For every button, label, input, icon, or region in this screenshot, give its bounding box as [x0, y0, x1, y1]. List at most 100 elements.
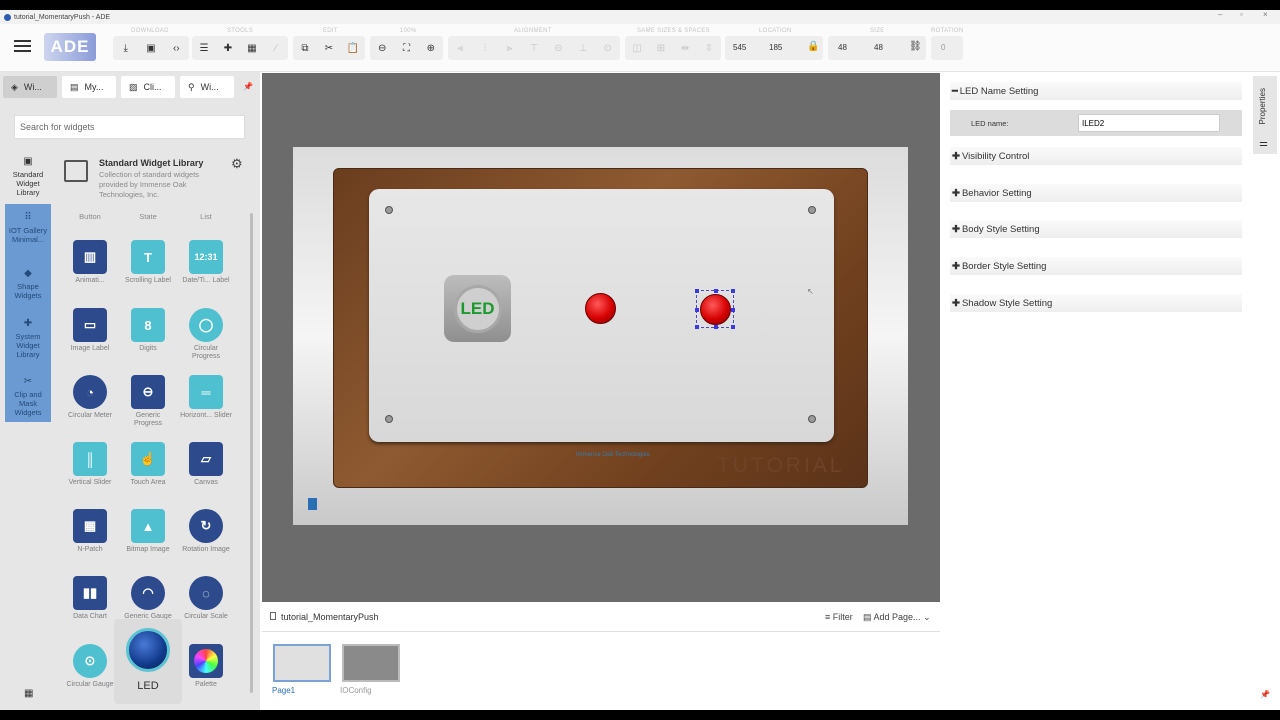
size-w-field[interactable]: 48	[838, 43, 847, 52]
maximize-icon[interactable]: ▫	[1240, 10, 1243, 19]
wand-icon[interactable]: ⁄	[267, 39, 285, 57]
scrollbar-thumb[interactable]	[250, 213, 253, 693]
resize-handle[interactable]	[695, 325, 699, 329]
selection-box[interactable]	[695, 289, 735, 329]
category-shape[interactable]: ◆ Shape Widgets	[5, 261, 51, 309]
size-h-field[interactable]: 48	[874, 43, 883, 52]
widget-canvas[interactable]: ▱ Canvas	[179, 442, 233, 502]
led-name-input[interactable]	[1078, 114, 1220, 132]
category-clip-mask[interactable]: ✂ Clip and Mask Widgets	[5, 368, 51, 422]
layers-icon[interactable]: ☰	[195, 39, 213, 57]
page-label-page1[interactable]: Page1	[272, 686, 295, 695]
tab-widgets[interactable]: ◈ Wi...	[3, 76, 57, 98]
widget-n-patch[interactable]: ▦ N-Patch	[63, 509, 117, 569]
align-right-icon[interactable]: ⫸	[500, 39, 518, 57]
zoom-in-icon[interactable]: ⊕	[422, 39, 440, 57]
align-extra-icon[interactable]: ⊙	[599, 39, 617, 57]
widget-image-label[interactable]: ▭ Image Label	[63, 308, 117, 368]
widget-generic-progress[interactable]: ⊖ Generic Progress	[121, 375, 175, 435]
same-width-icon[interactable]: ◫	[628, 39, 646, 57]
widget-horizontal-slider[interactable]: ═ Horizont... Slider	[179, 375, 233, 435]
resize-handle[interactable]	[695, 289, 699, 293]
led-push-button[interactable]: LED	[444, 275, 511, 342]
easel-icon: ▱	[189, 442, 223, 476]
tab-my-widgets[interactable]: ▤ My...	[62, 76, 116, 98]
apps-grid-icon[interactable]: ▦	[24, 688, 33, 699]
same-height-icon[interactable]: ⊞	[652, 39, 670, 57]
align-left-icon[interactable]: ⫷	[451, 39, 469, 57]
widget-vertical-slider[interactable]: ║ Vertical Slider	[63, 442, 117, 502]
space-v-icon[interactable]: ⇳	[700, 39, 718, 57]
category-system[interactable]: ✚ System Widget Library	[5, 309, 51, 368]
search-input[interactable]: Search for widgets	[14, 115, 245, 139]
page-label-ioconfig[interactable]: IOConfig	[340, 686, 372, 695]
resize-handle[interactable]	[731, 325, 735, 329]
align-top-icon[interactable]: ⊤	[525, 39, 543, 57]
widget-scrolling-label[interactable]: T Scrolling Label	[121, 240, 175, 300]
widget-circular-gauge[interactable]: ⊙ Circular Gauge	[63, 644, 117, 704]
tab-clipart[interactable]: ▨ Cli...	[121, 76, 175, 98]
widget-bitmap-image[interactable]: ▲ Bitmap Image	[121, 509, 175, 569]
widget-circular-meter[interactable]: ◔ Circular Meter	[63, 375, 117, 435]
widget-scrollbar[interactable]	[248, 207, 255, 702]
align-center-icon[interactable]: ⫶	[476, 39, 494, 57]
resize-handle[interactable]	[714, 289, 718, 293]
widget-circular-scale[interactable]: ◌ Circular Scale	[179, 576, 233, 636]
close-icon[interactable]: ×	[1263, 10, 1268, 19]
widget-datetime-label[interactable]: 12:31 Date/Ti... Label	[179, 240, 233, 300]
rotation-field[interactable]: 0	[941, 43, 945, 52]
widget-rotation-image[interactable]: ↻ Rotation Image	[179, 509, 233, 569]
widget-data-chart[interactable]: ▮▮ Data Chart	[63, 576, 117, 636]
location-y-field[interactable]: 185	[769, 43, 782, 52]
tab-widget-location[interactable]: ⚲ Wi...	[180, 76, 234, 98]
menu-icon[interactable]	[14, 40, 31, 53]
resize-handle[interactable]	[695, 308, 699, 312]
page-thumbnail-ioconfig[interactable]	[342, 644, 400, 682]
resize-handle[interactable]	[731, 308, 735, 312]
widget-led[interactable]: LED	[114, 619, 182, 704]
briefcase-icon: ▤	[70, 81, 79, 92]
gear-icon[interactable]: ⚙	[231, 156, 243, 172]
align-middle-icon[interactable]: ⊝	[550, 39, 568, 57]
widget-animation[interactable]: ▥ Animati...	[63, 240, 117, 300]
location-x-field[interactable]: 545	[733, 43, 746, 52]
code-icon[interactable]: ‹›	[167, 39, 185, 57]
minimize-icon[interactable]: –	[1218, 10, 1222, 19]
copy-icon[interactable]: ⧉	[296, 39, 314, 57]
design-canvas[interactable]: LED Immense Oak Technologies TUTORIAL ↖	[262, 73, 940, 602]
widget-touch-area[interactable]: ☝ Touch Area	[121, 442, 175, 502]
section-body-style[interactable]: ✚ Body Style Setting	[950, 220, 1242, 238]
cut-icon[interactable]: ✂	[320, 39, 338, 57]
align-bottom-icon[interactable]: ⊥	[574, 39, 592, 57]
section-led-name[interactable]: ━ LED Name Setting	[950, 82, 1242, 100]
space-h-icon[interactable]: ⇹	[676, 39, 694, 57]
paste-icon[interactable]: 📋	[344, 39, 362, 57]
page-thumbnail-page1[interactable]	[273, 644, 331, 682]
zoom-out-icon[interactable]: ⊖	[373, 39, 391, 57]
resize-handle[interactable]	[714, 325, 718, 329]
download-icon[interactable]: ⤓	[117, 39, 135, 57]
red-led-1[interactable]	[585, 293, 616, 324]
red-led-2[interactable]	[700, 294, 731, 325]
pin-icon[interactable]: 📌	[243, 82, 253, 91]
properties-side-tab[interactable]: Properties ⚌	[1253, 76, 1277, 154]
widget-digits[interactable]: 8 Digits	[121, 308, 175, 368]
resize-handle[interactable]	[731, 289, 735, 293]
filter-button[interactable]: ≡ Filter	[825, 612, 853, 622]
add-page-button[interactable]: ▤ Add Page... ⌄	[863, 612, 931, 623]
category-iot[interactable]: ⠿ IOT Gallery Minimal...	[5, 204, 51, 261]
section-behavior[interactable]: ✚ Behavior Setting	[950, 184, 1242, 202]
link-icon[interactable]: ⛓	[909, 41, 922, 52]
widget-palette[interactable]: Palette	[179, 644, 233, 704]
section-border-style[interactable]: ✚ Border Style Setting	[950, 257, 1242, 275]
fit-screen-icon[interactable]: ⛶	[397, 39, 415, 57]
lock-icon[interactable]: 🔒	[807, 41, 819, 52]
widget-circular-progress[interactable]: ◯ Circular Progress	[179, 308, 233, 368]
section-shadow-style[interactable]: ✚ Shadow Style Setting	[950, 294, 1242, 312]
section-visibility[interactable]: ✚ Visibility Control	[950, 147, 1242, 165]
pin-icon[interactable]: 📌	[1260, 690, 1270, 699]
grid-icon[interactable]: ▦	[243, 39, 261, 57]
puzzle-icon[interactable]: ✚	[219, 39, 237, 57]
export-icon[interactable]: ▣	[142, 39, 160, 57]
category-standard[interactable]: ▣ Standard Widget Library	[5, 154, 51, 204]
